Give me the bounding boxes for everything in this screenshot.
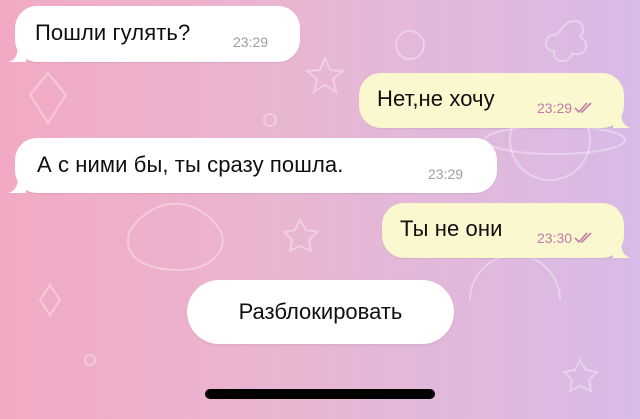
rainbow-doodle-icon [469,254,561,301]
planet-ring-doodle-icon [484,125,626,155]
unblock-button[interactable]: Разблокировать [187,280,454,344]
flower-doodle-icon [545,19,588,62]
message-bubble-outgoing[interactable]: Нет,не хочу 23:29 [359,73,631,128]
star-doodle-icon [304,55,346,95]
message-meta: 23:30 [537,230,594,246]
double-check-icon [574,101,594,114]
dot-doodle-icon [263,113,277,127]
dot-doodle-icon-2 [84,354,96,366]
star-doodle-icon-2 [281,217,320,253]
message-text: Пошли гулять? [35,20,191,45]
message-time: 23:29 [428,166,464,182]
message-text: Ты не они [400,216,503,241]
message-bubble-outgoing[interactable]: Ты не они 23:30 [382,203,631,258]
message-bubble-incoming[interactable]: Пошли гулять? 23:29 [8,6,300,62]
star-doodle-icon-3 [561,357,600,393]
message-text: Нет,не хочу [377,86,495,111]
message-text: А с ними бы, ты сразу пошла. [37,152,344,177]
message-time: 23:29 [233,34,269,50]
diamond-doodle-icon [28,71,68,125]
double-check-icon [574,231,594,244]
unicorn-doodle-icon [127,202,224,272]
bubble-tail [8,175,26,193]
shell-doodle-icon [395,30,425,60]
home-indicator[interactable] [205,389,435,399]
message-meta: 23:29 [537,100,594,116]
message-time: 23:30 [537,230,573,246]
message-bubble-incoming[interactable]: А с ними бы, ты сразу пошла. 23:29 [8,138,497,193]
message-time: 23:29 [537,100,573,116]
bubble-tail [613,240,631,258]
crystal-doodle-icon [38,283,62,317]
bubble-tail [613,110,631,128]
bubble-tail [8,44,26,62]
